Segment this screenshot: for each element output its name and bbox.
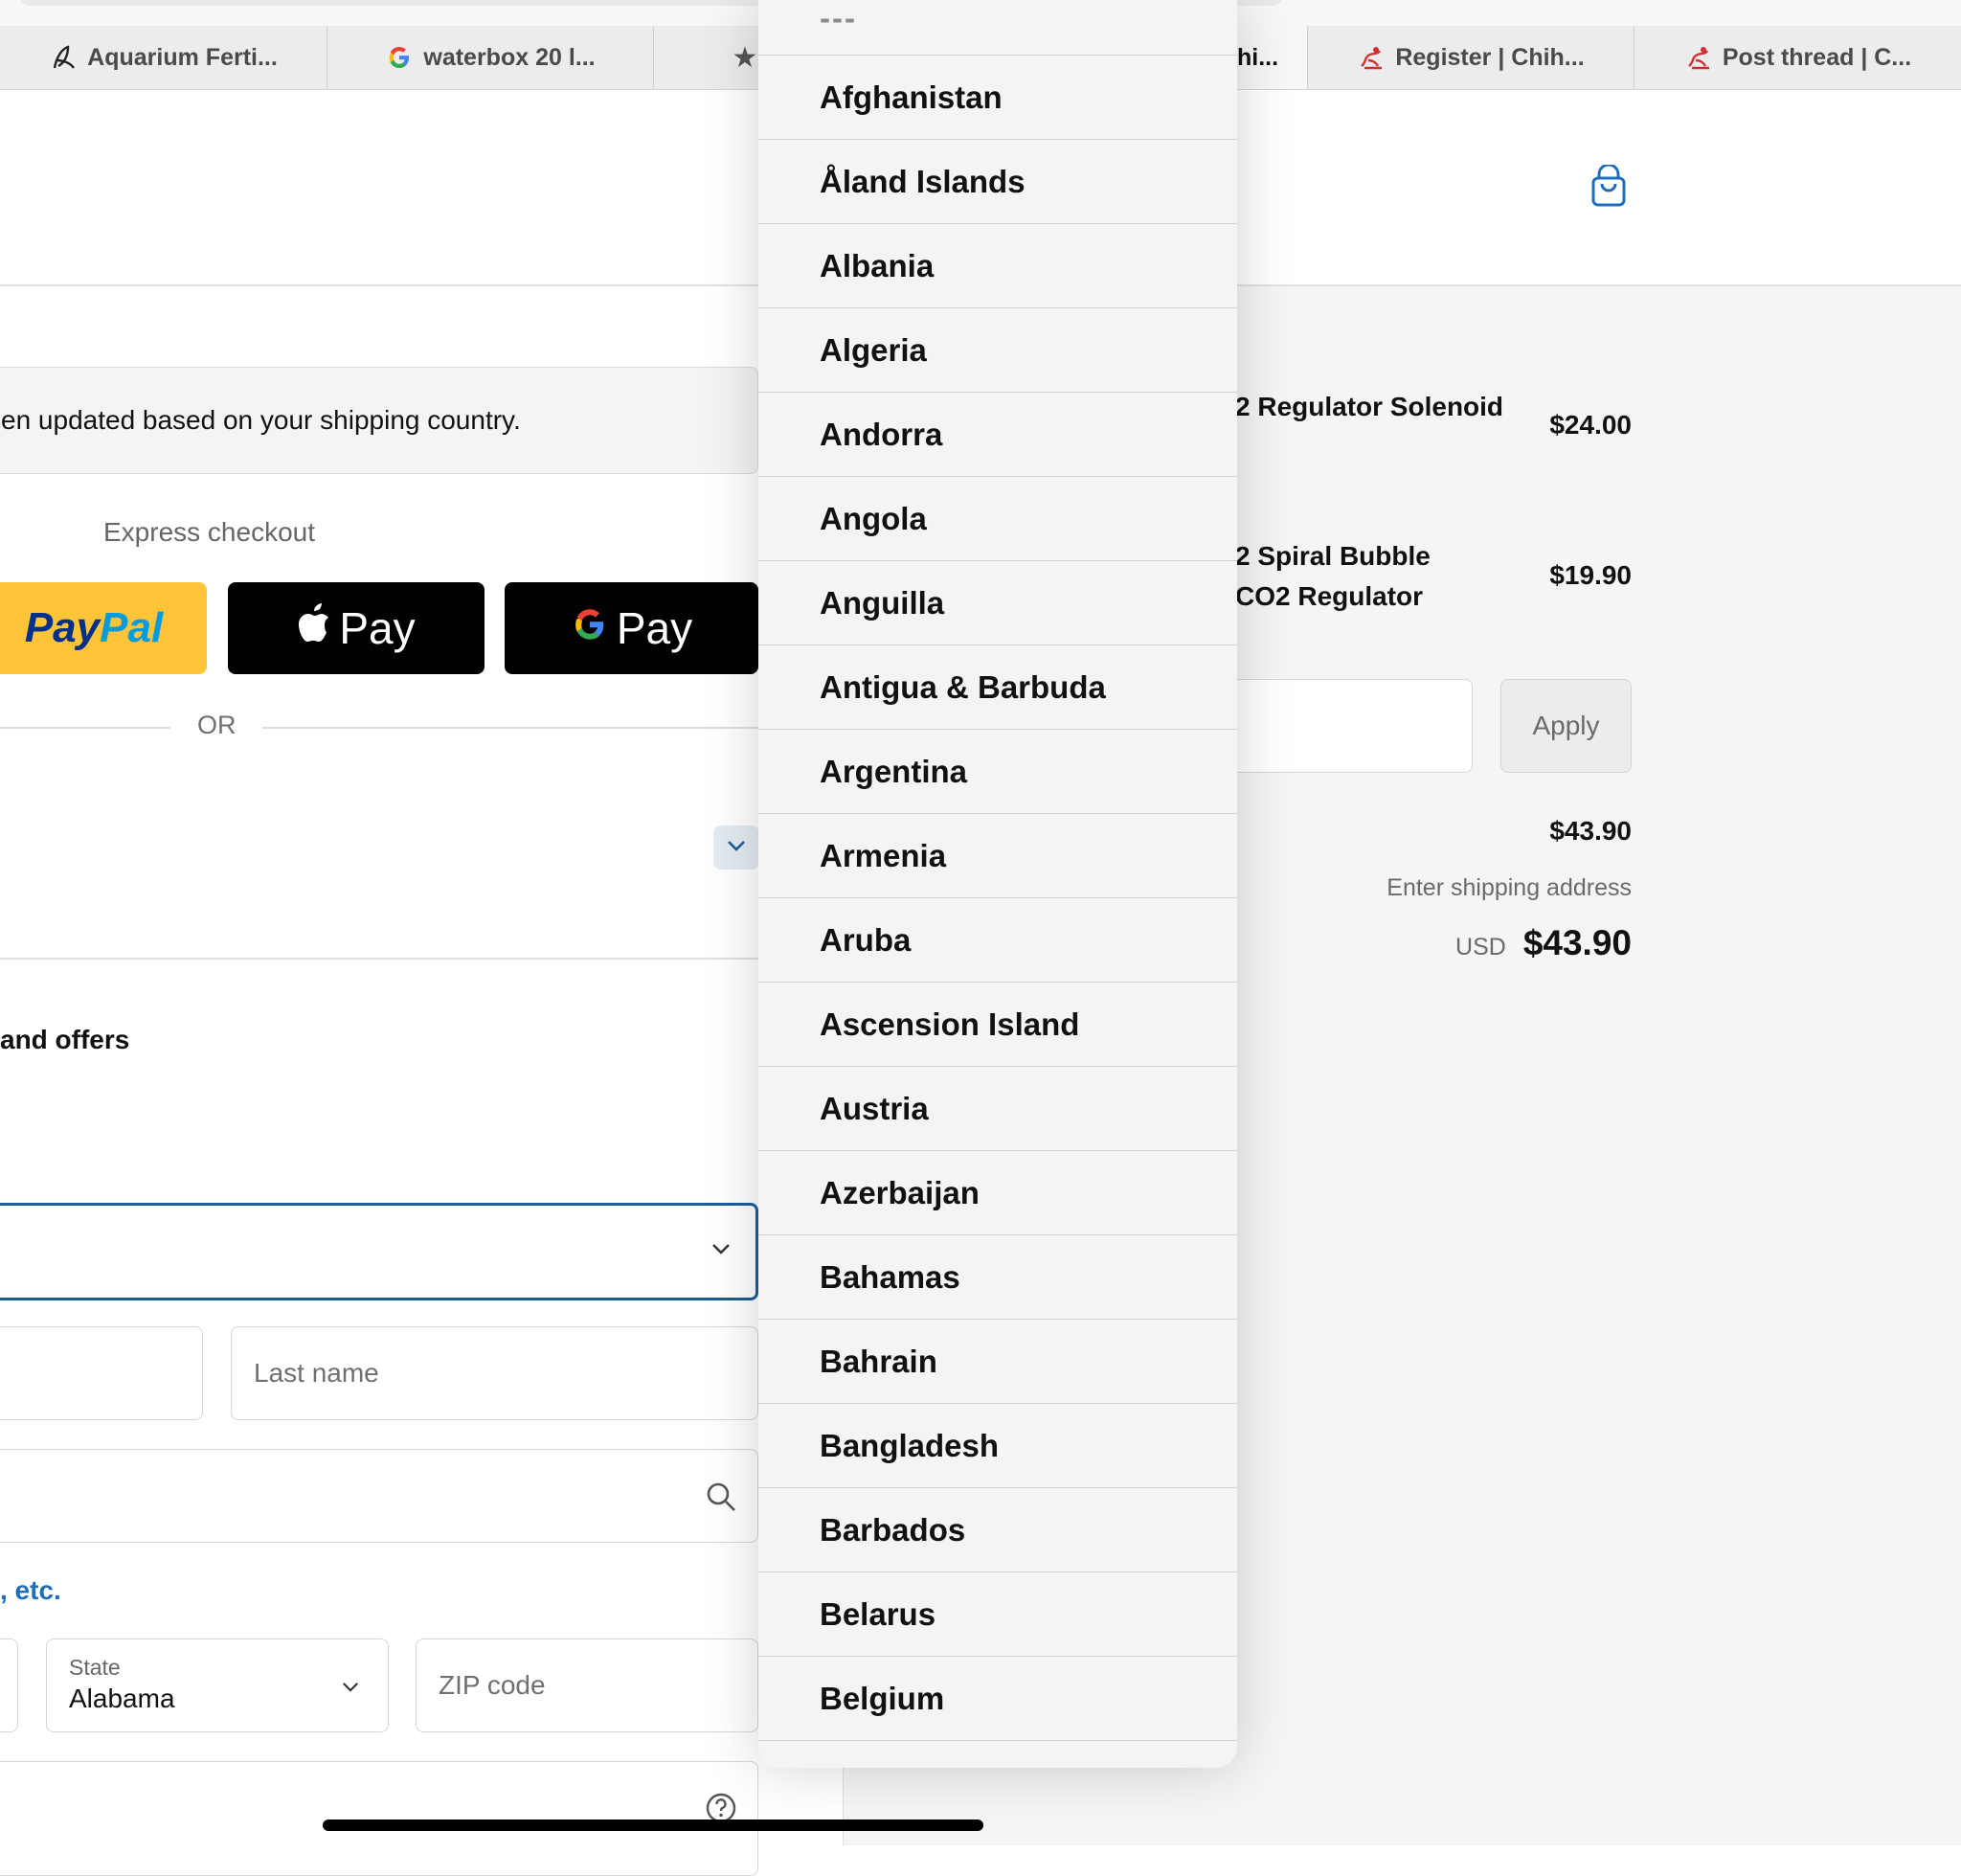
dragon-icon [1684, 43, 1713, 72]
dropdown-option[interactable]: Belgium [758, 1657, 1237, 1741]
express-checkout-label: Express checkout [103, 517, 315, 547]
tab-title: Register | Chih... [1395, 43, 1585, 71]
dropdown-option-placeholder[interactable]: --- [758, 0, 1237, 56]
tab-title: waterbox 20 l... [423, 43, 596, 71]
apple-pay-button[interactable]: Pay [228, 582, 485, 674]
dropdown-option[interactable]: Anguilla [758, 561, 1237, 645]
dragon-icon [1357, 43, 1386, 72]
line-item-name: 2 Regulator Solenoid [1235, 392, 1504, 421]
star-icon: ★ [732, 41, 758, 74]
tab-title: hi... [1237, 43, 1279, 71]
tab-waterbox[interactable]: waterbox 20 l... [327, 26, 654, 89]
paypal-button[interactable]: Pay Pal [0, 582, 207, 674]
currency-label: USD [1455, 934, 1506, 961]
tab-title: Aquarium Ferti... [87, 43, 278, 71]
search-icon [706, 1481, 736, 1517]
state-label: State [69, 1655, 121, 1680]
dropdown-option[interactable]: Afghanistan [758, 56, 1237, 140]
shopping-bag-icon[interactable] [1589, 163, 1628, 209]
dropdown-option[interactable]: Åland Islands [758, 140, 1237, 224]
home-indicator[interactable] [323, 1819, 983, 1831]
tab-aquarium[interactable]: Aquarium Ferti... [0, 26, 327, 89]
dropdown-option[interactable]: Bahrain [758, 1320, 1237, 1404]
tab-partial[interactable]: hi... [1237, 26, 1308, 89]
dropdown-option[interactable]: Argentina [758, 730, 1237, 814]
apple-icon [297, 602, 331, 654]
total-value: $43.90 [1522, 923, 1632, 962]
city-field[interactable] [0, 1639, 18, 1732]
line-item-name: 2 Spiral Bubble CO2 Regulator [1235, 541, 1431, 611]
leaf-brand-icon [49, 43, 78, 72]
address-field[interactable] [0, 1449, 758, 1543]
country-dropdown-list[interactable]: --- Afghanistan Åland Islands Albania Alger… [758, 0, 1237, 1768]
subtotal-value: $43.90 [1549, 816, 1632, 846]
state-value: Alabama [69, 1684, 175, 1713]
shipping-value: Enter shipping address [1386, 874, 1632, 901]
address-help-link[interactable]: , etc. [0, 1575, 61, 1606]
dropdown-option[interactable]: Bahamas [758, 1235, 1237, 1320]
tab-post-thread[interactable]: Post thread | C... [1634, 26, 1961, 89]
dropdown-option[interactable]: Antigua & Barbuda [758, 645, 1237, 730]
email-offers-label: and offers [0, 1025, 130, 1054]
google-pay-button[interactable]: Pay [505, 582, 758, 674]
divider-line [0, 727, 170, 729]
zip-code-field[interactable]: ZIP code [416, 1639, 758, 1732]
expand-contact-button[interactable] [713, 825, 759, 870]
dropdown-option[interactable]: Algeria [758, 308, 1237, 393]
google-icon [385, 43, 414, 72]
tab-bookmark[interactable]: ★ [654, 26, 760, 89]
shipping-country-notice: en updated based on your shipping countr… [0, 367, 758, 474]
google-g-icon [571, 602, 609, 654]
dropdown-option[interactable]: Armenia [758, 814, 1237, 898]
phone-field[interactable] [0, 1761, 758, 1876]
or-divider-text: OR [197, 711, 237, 739]
chevron-down-icon [342, 1680, 359, 1697]
tab-register[interactable]: Register | Chih... [1308, 26, 1634, 89]
line-item-price: $19.90 [1549, 560, 1632, 590]
line-item-price: $24.00 [1549, 410, 1632, 440]
dropdown-option[interactable]: Bangladesh [758, 1404, 1237, 1488]
dropdown-option[interactable]: Andorra [758, 393, 1237, 477]
dropdown-option[interactable]: Barbados [758, 1488, 1237, 1572]
dropdown-option[interactable]: Azerbaijan [758, 1151, 1237, 1235]
chevron-down-icon [711, 1242, 731, 1259]
divider-line [262, 727, 758, 729]
apply-discount-button[interactable]: Apply [1500, 679, 1632, 773]
dropdown-option[interactable]: Albania [758, 224, 1237, 308]
total-row: USD $43.90 [1436, 923, 1632, 963]
dropdown-option[interactable]: Belarus [758, 1572, 1237, 1657]
dropdown-option[interactable]: Austria [758, 1067, 1237, 1151]
dropdown-option[interactable]: Angola [758, 477, 1237, 561]
dropdown-option[interactable]: Aruba [758, 898, 1237, 983]
dropdown-option[interactable]: Ascension Island [758, 983, 1237, 1067]
chevron-down-icon [727, 839, 746, 856]
tab-title: Post thread | C... [1722, 43, 1912, 71]
first-name-field[interactable] [0, 1326, 203, 1420]
section-divider [0, 958, 758, 960]
last-name-field[interactable]: Last name [231, 1326, 758, 1420]
country-select[interactable] [0, 1203, 758, 1300]
state-select[interactable]: State Alabama [46, 1639, 389, 1732]
